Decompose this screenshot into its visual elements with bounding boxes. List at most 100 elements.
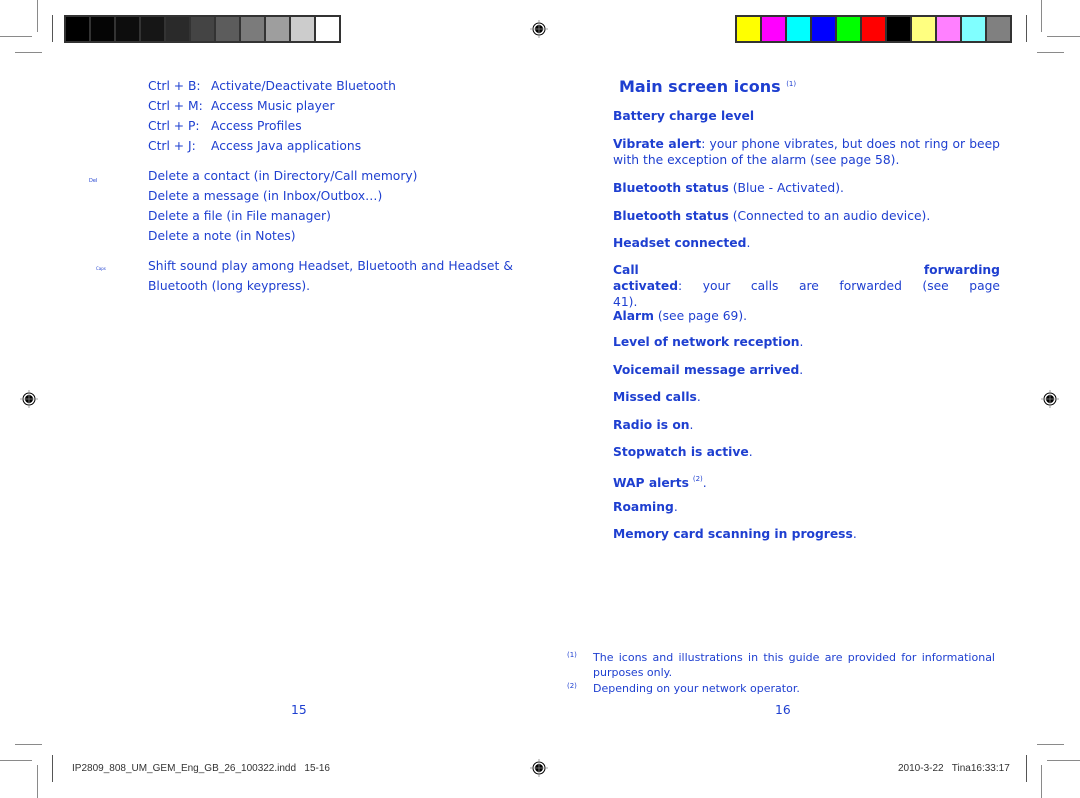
item-description: . xyxy=(748,445,753,459)
icon-description-item: WAP alerts (2). xyxy=(613,471,1000,491)
registration-mark-icon xyxy=(530,20,548,38)
crop-mark xyxy=(1026,15,1027,42)
color-swatch xyxy=(166,17,191,41)
crop-mark xyxy=(0,760,32,761)
footnote-text: Depending on your network operator. xyxy=(593,682,800,695)
crop-mark xyxy=(1041,765,1042,798)
item-description: : your phone vibrates, but does not ring… xyxy=(701,137,1000,151)
item-description: (Blue - Activated). xyxy=(728,181,844,195)
crop-mark xyxy=(1026,755,1027,782)
shortcut-action: Access Java applications xyxy=(211,139,362,153)
color-swatch xyxy=(66,17,91,41)
item-label: Memory card scanning in progress xyxy=(613,527,853,541)
item-label: Level of network reception xyxy=(613,335,800,349)
crop-mark xyxy=(15,744,42,745)
item-label: WAP alerts xyxy=(613,476,689,490)
item-line: WAP alerts (2). xyxy=(613,471,1000,491)
color-swatch xyxy=(266,17,291,41)
delete-item: Delete a file (in File manager) xyxy=(148,209,331,223)
cmyk-color-bar xyxy=(735,15,1012,43)
color-swatch xyxy=(291,17,316,41)
crop-mark xyxy=(15,52,42,53)
item-line: Battery charge level xyxy=(613,108,1000,124)
color-swatch xyxy=(787,17,812,41)
caps-description-cont: Bluetooth (long keypress). xyxy=(148,279,311,293)
item-label: Battery charge level xyxy=(613,109,755,123)
item-line: Memory card scanning in progress. xyxy=(613,526,1000,542)
footnote-ref: (1) xyxy=(786,80,797,88)
footnote-mark: (2) xyxy=(567,682,577,690)
item-line: Missed calls. xyxy=(613,389,1000,405)
icon-description-item: Call forwarding activated: your calls ar… xyxy=(613,262,1000,310)
delete-item: Delete a note (in Notes) xyxy=(148,229,296,243)
icon-description-item: Bluetooth status (Connected to an audio … xyxy=(613,208,1000,224)
registration-mark-icon xyxy=(1041,390,1059,408)
item-description: (see page 69). xyxy=(653,309,748,323)
color-swatch xyxy=(937,17,962,41)
crop-mark xyxy=(1047,760,1080,761)
item-label: Bluetooth status xyxy=(613,209,729,223)
icon-description-item: Roaming. xyxy=(613,499,1000,515)
item-label: Roaming xyxy=(613,500,674,514)
item-line: Radio is on. xyxy=(613,417,1000,433)
shortcut-row: Ctrl + J: Access Java applications xyxy=(148,138,361,154)
item-line: Bluetooth status (Blue - Activated). xyxy=(613,180,1000,196)
item-description: (Connected to an audio device). xyxy=(728,209,931,223)
item-description: . xyxy=(702,476,707,490)
registration-mark-icon xyxy=(530,759,548,777)
color-swatch xyxy=(737,17,762,41)
slug-filename: IP2809_808_UM_GEM_Eng_GB_26_100322.indd … xyxy=(72,763,330,774)
footnote-ref: (2) xyxy=(692,475,703,483)
icon-description-item: Radio is on. xyxy=(613,417,1000,433)
item-description: . xyxy=(696,390,701,404)
color-swatch xyxy=(912,17,937,41)
footnote-mark: (1) xyxy=(567,651,577,659)
delete-item: Delete a contact (in Directory/Call memo… xyxy=(148,169,418,183)
item-line: Bluetooth status (Connected to an audio … xyxy=(613,208,1000,224)
item-line: Headset connected. xyxy=(613,235,1000,251)
icon-description-item: Missed calls. xyxy=(613,389,1000,405)
item-description: . xyxy=(852,527,857,541)
crop-mark xyxy=(37,0,38,32)
crop-mark xyxy=(1041,0,1042,32)
crop-mark xyxy=(0,36,32,37)
item-line: Stopwatch is active. xyxy=(613,444,1000,460)
item-line: Level of network reception. xyxy=(613,334,1000,350)
crop-mark xyxy=(1037,52,1064,53)
color-swatch xyxy=(141,17,166,41)
item-description-cont: with the exception of the alarm (see pag… xyxy=(613,153,900,167)
icon-description-item: Stopwatch is active. xyxy=(613,444,1000,460)
color-swatch xyxy=(216,17,241,41)
icon-description-item: Level of network reception. xyxy=(613,334,1000,350)
grayscale-color-bar xyxy=(64,15,341,43)
color-swatch xyxy=(191,17,216,41)
page-title-text: Main screen icons xyxy=(619,77,781,96)
item-description: . xyxy=(689,418,694,432)
page-number: 16 xyxy=(775,703,791,717)
icon-description-item: Alarm (see page 69). xyxy=(613,308,1000,324)
footnote-line: The icons and illustrations in this guid… xyxy=(593,651,995,664)
footnote-text: The icons and illustrations in this guid… xyxy=(593,650,995,680)
color-swatch xyxy=(887,17,912,41)
page-number: 15 xyxy=(291,703,307,717)
icon-description-item: Headset connected. xyxy=(613,235,1000,251)
crop-mark xyxy=(1047,36,1080,37)
item-description: . xyxy=(799,335,804,349)
shortcut-key: Ctrl + P: xyxy=(148,119,200,133)
shortcut-action: Activate/Deactivate Bluetooth xyxy=(211,79,396,93)
shortcut-row: Ctrl + B: Activate/Deactivate Bluetooth xyxy=(148,78,396,94)
color-swatch xyxy=(241,17,266,41)
item-label: Headset connected xyxy=(613,236,747,250)
crop-mark xyxy=(1037,744,1064,745)
crop-mark xyxy=(52,15,53,42)
color-swatch xyxy=(862,17,887,41)
item-description: . xyxy=(673,500,678,514)
del-key-icon: Del xyxy=(89,178,98,184)
item-label: Stopwatch is active xyxy=(613,445,749,459)
item-description: . xyxy=(746,236,751,250)
icon-description-item: Bluetooth status (Blue - Activated). xyxy=(613,180,1000,196)
shortcut-row: Ctrl + P: Access Profiles xyxy=(148,118,302,134)
item-label: Bluetooth status xyxy=(613,181,729,195)
color-swatch xyxy=(116,17,141,41)
item-line: Vibrate alert: your phone vibrates, but … xyxy=(613,136,1000,152)
